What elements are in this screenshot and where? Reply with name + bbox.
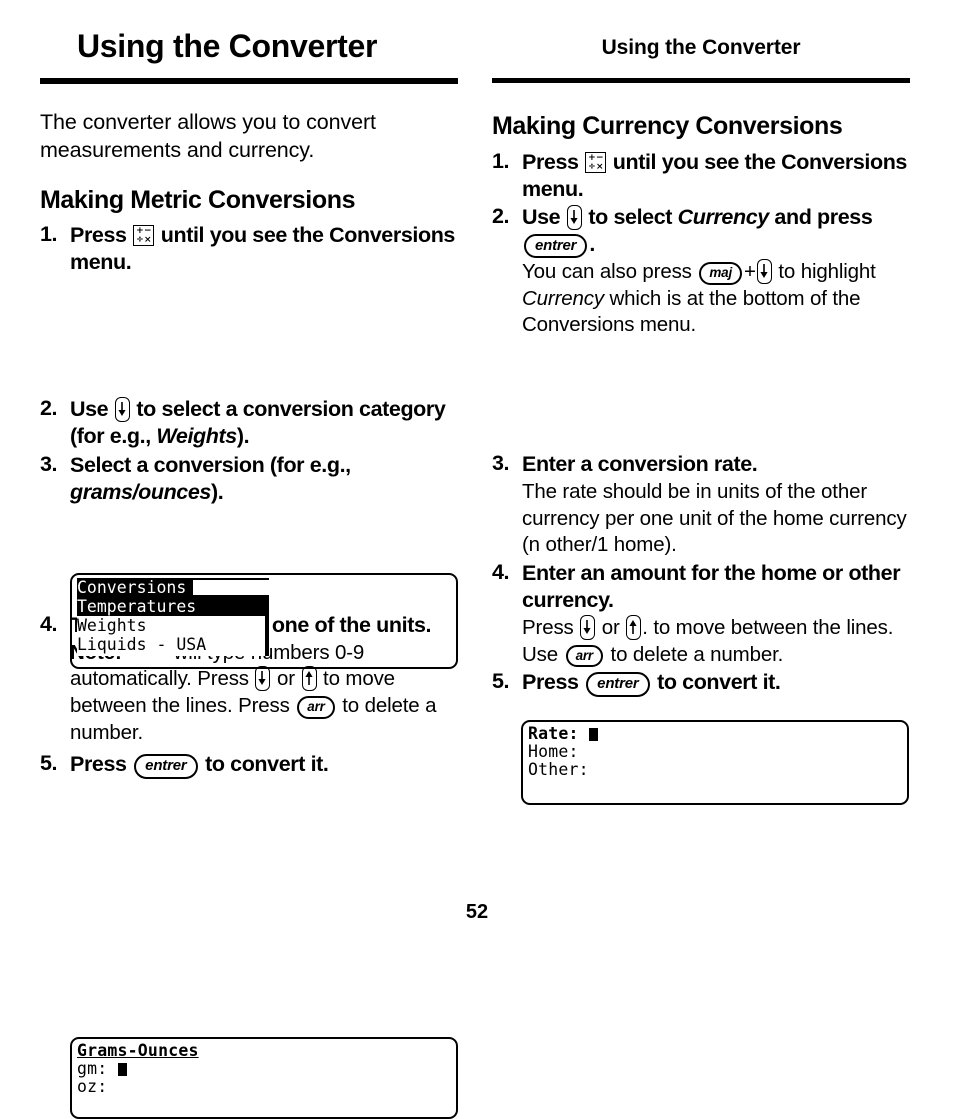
lcd-title-white-fill [193,580,378,596]
entrer-key-button[interactable]: entrer [586,672,650,697]
lcd-menu-title: Conversions [77,578,187,598]
step-text: Press entrer to convert it. [70,751,458,779]
step-text: Press + − ÷ × until you see the Conversi… [522,149,907,201]
right-running-head: Using the Converter [492,0,910,92]
step-number: 3. [40,451,58,476]
list-item: 4. Enter an amount for the home or other… [492,560,910,668]
step-number: 5. [492,669,510,694]
lcd-grams-row-oz: oz: [77,1076,108,1096]
step-number: 1. [40,222,58,247]
up-arrow-key-icon [301,666,317,692]
intro-paragraph: The converter allows you to convert meas… [40,110,376,163]
up-arrow-key-icon [626,615,642,641]
step-number: 5. [40,751,58,776]
down-arrow-key-icon [756,258,772,284]
left-running-head: Using the Converter [40,0,458,92]
header-rule-left [40,78,458,84]
down-arrow-glyph [583,620,591,635]
calculator-key-icon: + − ÷ × [133,225,155,247]
lcd-menu-text: Conversions Temperatures Weights Liquids… [77,578,206,654]
down-arrow-key-icon [566,204,582,230]
lcd-menu-row: Liquids - USA [77,635,207,655]
lcd-conversions-slot: Conversions Temperatures Weights Liquids… [40,277,458,670]
step-text: Select a conversion (for e.g., grams/oun… [70,452,351,504]
lcd-rate-text: Rate: Home: Other: [528,724,902,800]
down-arrow-glyph [570,209,578,224]
lcd-rate-slot: Rate: Home: Other: [492,340,910,805]
list-item: 5. Press entrer to convert it. [40,751,458,779]
lcd-menu-row: Weights [77,616,147,636]
down-arrow-glyph [258,671,267,686]
up-arrow-glyph [629,620,637,635]
header-rule-right [492,78,910,83]
lcd-menu-row-highlighted: Temperatures [77,597,197,617]
right-column: Using the Converter Making Currency Conv… [492,0,910,805]
step-text: Use to select a conversion category (for… [70,397,446,449]
lcd-rate-row-rate: Rate: [528,724,902,743]
step-note: Press or . to move between the lines. Us… [522,615,894,668]
down-arrow-key-icon [255,666,271,692]
step-text: Use to select Currency and press entrer. [522,204,910,258]
section-title-metric: Making Metric Conversions [40,185,356,214]
list-item: 1. Press + − ÷ × until you see the Conve… [40,222,458,276]
down-arrow-key-icon [114,397,130,423]
down-arrow-glyph [760,263,768,278]
text-cursor [588,727,598,741]
lcd-grams-row-gm: gm: [77,1059,451,1078]
page-title-left: Using the Converter [77,28,378,64]
emphasis-currency: Currency [522,286,604,310]
list-item: 5. Press entrer to convert it. [492,669,910,697]
left-column: Using the Converter The converter allows… [40,0,458,1119]
down-arrow-glyph [118,402,126,417]
text-cursor [117,1062,127,1076]
list-item: 1. Press + − ÷ × until you see the Conve… [492,149,910,203]
step-number: 1. [492,148,510,173]
lcd-grams-ounces: Grams-Ounces gm: oz: [70,1036,458,1119]
currency-steps-list: 1. Press + − ÷ × until you see the Conve… [492,149,910,805]
calculator-key-icon: + − ÷ × [585,151,607,173]
page-number: 52 [465,901,489,923]
metric-steps-list: 1. Press + − ÷ × until you see the Conve… [40,222,458,1119]
list-item: 2. Use to select a conversion category (… [40,396,458,450]
step-text: Press entrer to convert it. [522,669,910,697]
up-arrow-glyph [304,671,313,686]
step-text: Enter an amount for the home or other cu… [522,560,901,612]
step-number: 4. [492,559,510,584]
step-number: 3. [492,450,510,475]
arr-key-button[interactable]: arr [565,644,603,668]
step-number: 2. [40,396,58,421]
document-page: Using the Converter The converter allows… [0,0,954,1119]
arr-key-button[interactable]: arr [297,696,335,719]
list-item: 3. Select a conversion (for e.g., grams/… [40,452,458,506]
entrer-key-button[interactable]: entrer [134,754,198,779]
list-item: 2. Use to select Currency and press entr… [492,204,910,339]
emphasis-currency: Currency [677,204,770,229]
lcd-currency-rate: Rate: Home: Other: [521,719,909,805]
lcd-grams-text: Grams-Ounces gm: oz: [77,1040,451,1114]
page-title-right: Using the Converter [601,36,801,59]
down-arrow-key-icon [580,615,596,641]
step-text: Enter a conversion rate. [522,451,758,476]
step-note: The rate should be in units of the other… [522,479,907,557]
list-item: 3. Enter a conversion rate. The rate sho… [492,451,910,559]
step-note: You can also press maj + to highlight Cur… [522,258,876,337]
maj-key-button[interactable]: maj [699,261,742,285]
emphasis-weights: Weights [156,424,237,449]
step-number: 4. [40,611,58,636]
lcd-grams-title: Grams-Ounces [77,1040,199,1060]
emphasis-grams-ounces: grams/ounces [70,479,211,504]
step-number: 2. [492,203,510,228]
section-title-currency: Making Currency Conversions [492,112,843,140]
step-text: Press + − ÷ × until you see the Conversi… [70,223,455,275]
entrer-key-button[interactable]: entrer [524,233,588,258]
lcd-rate-row-home: Home: [528,741,579,761]
lcd-rate-row-other: Other: [528,759,589,779]
